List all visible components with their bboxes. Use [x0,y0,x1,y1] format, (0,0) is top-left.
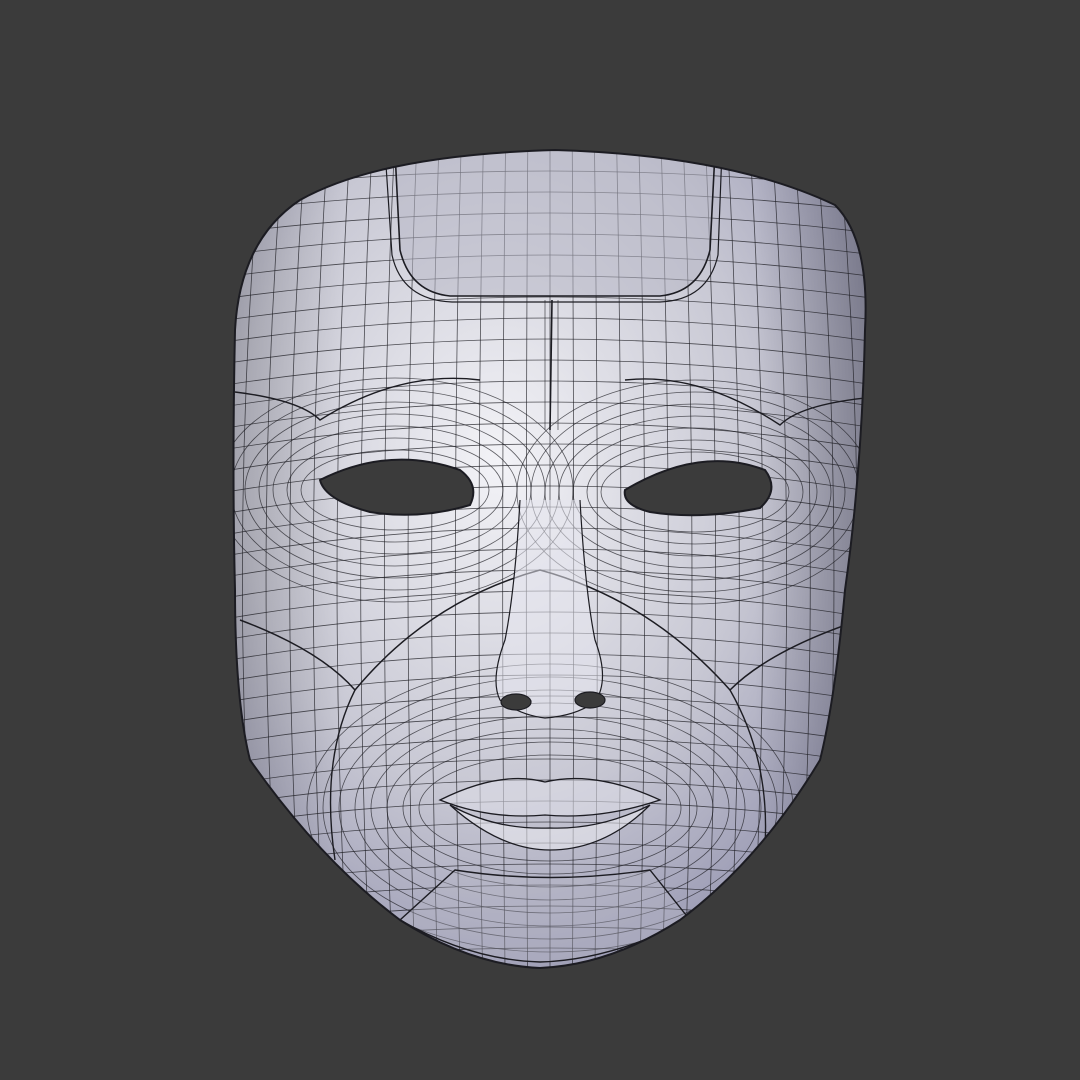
forehead-panel [394,150,716,297]
left-nostril [500,693,532,711]
viewport [0,0,1080,1080]
mask-render [0,0,1080,1080]
right-nostril [574,691,606,709]
